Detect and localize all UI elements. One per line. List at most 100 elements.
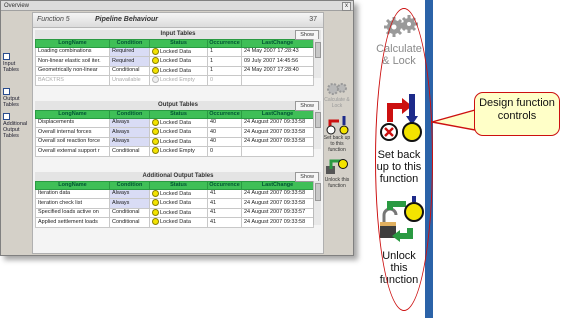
column-header[interactable]: Occurrence <box>207 110 242 119</box>
output-tables-section: Output Tables Show LongName Condition St… <box>35 101 321 157</box>
cell-condition: Always <box>109 127 150 138</box>
sidebar-item-label: Additional Output Tables <box>3 121 28 139</box>
column-header[interactable]: LastChange <box>241 181 314 190</box>
column-header[interactable]: LongName <box>35 181 110 190</box>
scrollbar-thumb[interactable] <box>315 183 321 201</box>
cell-condition: Conditional <box>109 207 150 219</box>
status-dot-icon <box>152 48 159 55</box>
cell-status: Locked Data <box>149 136 208 148</box>
cell-lastchange <box>241 75 314 86</box>
status-text: Locked Data <box>160 219 191 226</box>
status-dot-icon <box>152 129 159 136</box>
scrollbar[interactable] <box>313 110 321 149</box>
cell-occurrence: 41 <box>207 198 242 209</box>
cell-lastchange <box>241 146 314 157</box>
status-text: Locked Data <box>160 200 191 207</box>
table-row[interactable]: Displacements Always Locked Data 40 24 A… <box>35 117 314 129</box>
table-row[interactable]: Iteration data Always Locked Data 41 24 … <box>35 188 314 200</box>
cell-lastchange: 24 August 2007 09:33:58 <box>241 198 314 209</box>
scrollbar[interactable] <box>313 181 321 225</box>
column-header[interactable]: Status <box>149 181 208 190</box>
checkbox-icon[interactable] <box>3 53 10 60</box>
table-row[interactable]: Specified loads active on Conditional Lo… <box>35 207 314 219</box>
cell-lastchange: 24 August 2007 09:33:58 <box>241 217 314 228</box>
column-header[interactable]: Condition <box>109 110 150 119</box>
table-row[interactable]: BACKTRS Unavailable Locked Empty 0 <box>35 75 314 86</box>
cell-name: Iteration check list <box>35 198 110 209</box>
table-row[interactable]: Overall internal forces Always Locked Da… <box>35 127 314 138</box>
cell-condition: Required <box>109 56 150 67</box>
gears-icon[interactable] <box>326 81 348 97</box>
setback-icon[interactable] <box>325 115 349 135</box>
sidebar-item-label: Input Tables <box>3 61 19 73</box>
sidebar-item-output-tables[interactable]: Output Tables <box>3 88 31 108</box>
function-count: 37 <box>309 16 317 23</box>
cell-lastchange: 24 August 2007 09:33:58 <box>241 188 314 200</box>
status-text: Locked Empty <box>160 148 195 155</box>
column-header[interactable]: Status <box>149 110 208 119</box>
cell-name: Iteration data <box>35 188 110 200</box>
table-row[interactable]: Geometrically non-linear Conditional Loc… <box>35 65 314 77</box>
input-tables-section: Input Tables Show LongName Condition Sta… <box>35 30 321 86</box>
cell-occurrence: 40 <box>207 136 242 148</box>
cell-occurrence: 40 <box>207 127 242 138</box>
status-dot-icon <box>152 190 159 197</box>
cell-occurrence: 41 <box>207 188 242 200</box>
cell-lastchange: 24 May 2007 17:28:40 <box>241 65 314 77</box>
cell-name: Geometrically non-linear <box>35 65 110 77</box>
highlight-oval <box>375 8 433 311</box>
cell-condition: Unavailable <box>109 75 150 86</box>
cell-lastchange: 24 August 2007 09:33:58 <box>241 117 314 129</box>
status-text: Locked Empty <box>160 77 195 84</box>
column-header[interactable]: Condition <box>109 39 150 48</box>
function-name: Pipeline Behaviour <box>95 16 159 23</box>
table-row[interactable]: Overall external support r Conditional L… <box>35 146 314 157</box>
cell-lastchange: 09 July 2007 14:45:56 <box>241 56 314 67</box>
column-header[interactable]: Occurrence <box>207 39 242 48</box>
table-row[interactable]: Iteration check list Always Locked Data … <box>35 198 314 209</box>
cell-name: Overall internal forces <box>35 127 110 138</box>
cell-status: Locked Data <box>149 127 208 138</box>
cell-occurrence: 1 <box>207 65 242 77</box>
input-tables-grid: LongName Condition Status Occurrence Las… <box>35 39 314 86</box>
scrollbar-thumb[interactable] <box>315 42 321 58</box>
status-dot-icon <box>152 58 159 65</box>
status-dot-icon <box>152 67 159 74</box>
status-text: Locked Data <box>160 129 191 136</box>
mini-unlock-label: Unlock this function <box>324 177 350 189</box>
column-header[interactable]: Condition <box>109 181 150 190</box>
cell-condition: Always <box>109 117 150 129</box>
section-title: Output Tables <box>158 102 198 108</box>
unlock-icon[interactable] <box>325 157 349 177</box>
callout-pointer <box>431 109 476 131</box>
cell-status: Locked Data <box>149 188 208 200</box>
status-text: Locked Data <box>160 138 191 145</box>
cell-occurrence: 41 <box>207 207 242 219</box>
column-header[interactable]: LastChange <box>241 110 314 119</box>
scrollbar[interactable] <box>313 39 321 78</box>
output-tables-grid: LongName Condition Status Occurrence Las… <box>35 110 314 157</box>
section-title: Input Tables <box>160 31 196 37</box>
status-dot-icon <box>152 209 159 216</box>
table-row[interactable]: Non-linear elastic soil iter. Required L… <box>35 56 314 67</box>
sidebar-item-additional-tables[interactable]: Additional Output Tables <box>3 113 31 139</box>
column-header[interactable]: LastChange <box>241 39 314 48</box>
column-header[interactable]: LongName <box>35 110 110 119</box>
section-header: Input Tables Show <box>35 30 321 40</box>
column-header[interactable]: Status <box>149 39 208 48</box>
cell-occurrence: 0 <box>207 146 242 157</box>
function-number: Function 5 <box>37 16 70 23</box>
sidebar-item-input-tables[interactable]: Input Tables <box>3 53 31 73</box>
cell-name: Overall external support r <box>35 146 110 157</box>
checkbox-icon[interactable] <box>3 88 10 95</box>
table-row[interactable]: Applied settlement loads Conditional Loc… <box>35 217 314 228</box>
scrollbar-thumb[interactable] <box>315 112 321 128</box>
cell-status: Locked Data <box>149 198 208 209</box>
table-row[interactable]: Loading combinations Required Locked Dat… <box>35 46 314 58</box>
close-icon[interactable]: x <box>342 2 351 11</box>
checkbox-icon[interactable] <box>3 113 10 120</box>
column-header[interactable]: LongName <box>35 39 110 48</box>
additional-tables-section: Additional Output Tables Show LongName C… <box>35 172 321 228</box>
column-header[interactable]: Occurrence <box>207 181 242 190</box>
table-row[interactable]: Overall soil reaction force Always Locke… <box>35 136 314 148</box>
